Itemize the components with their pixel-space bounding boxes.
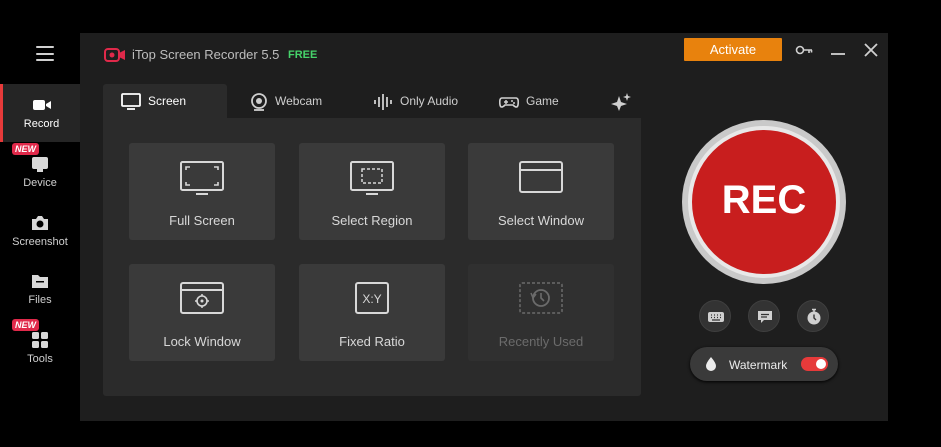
option-label: Select Window	[498, 213, 584, 228]
sidebar-item-files[interactable]: Files	[0, 260, 80, 318]
timer-button[interactable]	[797, 300, 829, 332]
sidebar-item-label: Screenshot	[12, 236, 68, 248]
timer-icon	[807, 308, 821, 325]
option-label: Select Region	[331, 213, 413, 228]
option-label: Recently Used	[498, 334, 584, 349]
keyboard-shortcut-button[interactable]	[699, 300, 731, 332]
option-label: Fixed Ratio	[339, 334, 405, 349]
close-icon[interactable]	[861, 40, 881, 60]
edition-badge: FREE	[288, 49, 318, 61]
watermark-toggle[interactable]	[801, 357, 828, 371]
title-bar: iTop Screen Recorder 5.5 FREE Activate	[80, 33, 888, 73]
tab-screen[interactable]: Screen	[103, 84, 227, 118]
sparkle-icon	[611, 93, 631, 111]
new-badge: NEW	[12, 143, 39, 155]
option-label: Lock Window	[163, 334, 241, 349]
subtitle-button[interactable]	[748, 300, 780, 332]
sidebar-item-device[interactable]: NEW Device	[0, 143, 80, 201]
activate-button[interactable]: Activate	[684, 38, 782, 61]
tab-webcam[interactable]: Webcam	[231, 84, 351, 118]
mode-tabs: Screen Webcam Only Audio Game	[103, 84, 641, 118]
webcam-icon	[251, 93, 267, 111]
tab-label: Webcam	[275, 94, 323, 108]
minimize-icon[interactable]	[828, 40, 848, 60]
camera-icon	[32, 216, 48, 230]
video-camera-icon	[32, 100, 51, 110]
rec-label: REC	[721, 178, 807, 222]
app-title: iTop Screen Recorder 5.5	[132, 47, 280, 62]
rec-button[interactable]: REC	[688, 126, 840, 278]
tab-label: Only Audio	[400, 94, 459, 108]
lock-window-option[interactable]: Lock Window	[129, 264, 275, 361]
history-icon	[519, 282, 563, 314]
tab-ai-features[interactable]	[599, 84, 641, 118]
grid-icon	[32, 332, 48, 348]
key-icon[interactable]	[794, 40, 814, 60]
sidebar-item-label: Tools	[27, 353, 53, 365]
select-window-option[interactable]: Select Window	[468, 143, 614, 240]
gamepad-icon	[499, 97, 519, 108]
tab-game[interactable]: Game	[481, 84, 591, 118]
sidebar-item-label: Record	[23, 118, 60, 130]
main-window: iTop Screen Recorder 5.5 FREE Activate S…	[80, 33, 888, 421]
app-logo-icon	[104, 48, 125, 62]
select-region-option[interactable]: Select Region	[299, 143, 445, 240]
subtitle-icon	[758, 311, 772, 323]
recently-used-option[interactable]: Recently Used	[468, 264, 614, 361]
new-badge: NEW	[12, 319, 39, 331]
sidebar-item-screenshot[interactable]: Screenshot	[0, 202, 80, 260]
sidebar-item-label: Files	[28, 294, 52, 306]
sidebar-item-record[interactable]: Record	[0, 84, 80, 142]
fixed-ratio-option[interactable]: X:Y Fixed Ratio	[299, 264, 445, 361]
sidebar-item-tools[interactable]: NEW Tools	[0, 319, 80, 377]
monitor-icon	[121, 93, 141, 110]
capture-panel: Screen Webcam Only Audio Game Full Scree…	[103, 84, 641, 396]
sidebar: Record NEW Device Screenshot Files NEW T…	[0, 0, 80, 447]
option-label: Full Screen	[169, 213, 235, 228]
select-window-icon	[519, 161, 563, 193]
lock-window-icon	[180, 282, 224, 314]
device-icon	[32, 157, 48, 172]
tab-label: Screen	[148, 94, 187, 108]
fixed-ratio-icon-text: X:Y	[362, 292, 381, 306]
watermark-label: Watermark	[729, 358, 788, 372]
folder-icon	[32, 275, 48, 288]
fixed-ratio-icon: X:Y	[355, 282, 389, 314]
full-screen-option[interactable]: Full Screen	[129, 143, 275, 240]
tab-label: Game	[526, 94, 559, 108]
droplet-icon	[706, 357, 716, 371]
audio-wave-icon	[374, 94, 392, 110]
keyboard-icon	[708, 312, 724, 322]
tab-only-audio[interactable]: Only Audio	[355, 84, 479, 118]
full-screen-icon	[180, 161, 224, 195]
select-region-icon	[350, 161, 394, 195]
sidebar-item-label: Device	[23, 177, 57, 189]
toggle-knob	[816, 359, 826, 369]
watermark-control: Watermark	[690, 347, 838, 381]
menu-icon[interactable]	[36, 46, 54, 61]
